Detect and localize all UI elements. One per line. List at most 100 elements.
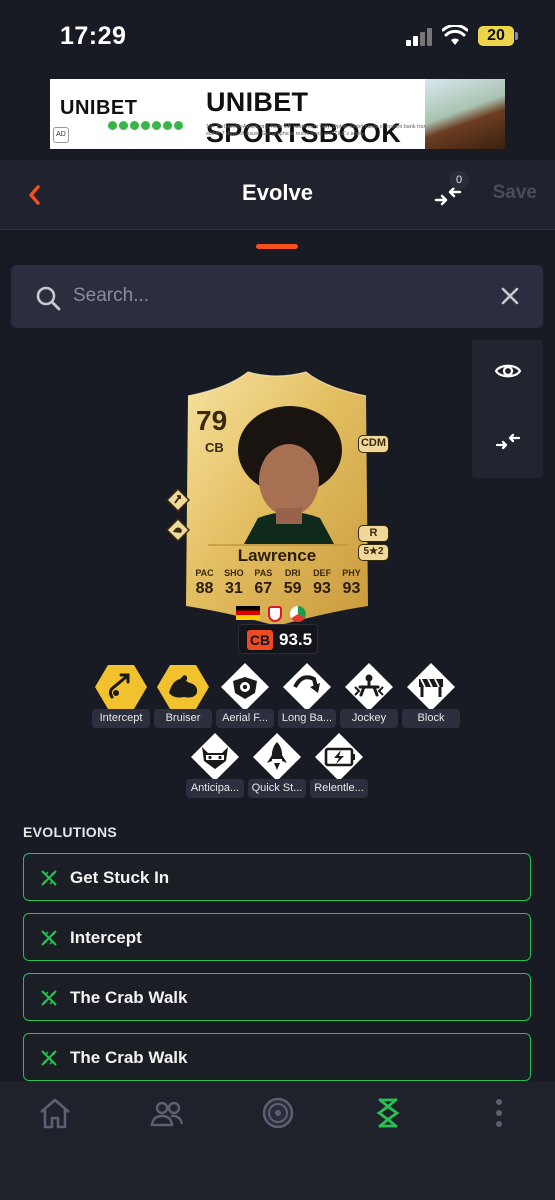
battery-icon: 20 — [478, 26, 518, 46]
playstyle-anticipate[interactable]: Anticipa... — [186, 733, 244, 799]
card-preferred-foot: R — [358, 525, 389, 542]
evolutions-title: EVOLUTIONS — [23, 824, 118, 840]
stat-sho: SHO 31 — [219, 568, 248, 598]
card-alt-position: CDM — [358, 435, 389, 453]
evolution-item[interactable]: Intercept — [23, 913, 531, 961]
relentless-icon — [315, 733, 363, 781]
compare-count-badge: 0 — [449, 171, 469, 189]
stat-value: 59 — [283, 580, 302, 597]
stat-value: 31 — [224, 580, 243, 597]
aerial-fortress-icon — [221, 663, 269, 711]
intercept-mini-icon — [166, 488, 190, 512]
stat-label: DEF — [313, 568, 332, 578]
evolution-item[interactable]: Get Stuck In — [23, 853, 531, 901]
evolution-label: The Crab Walk — [70, 988, 188, 1007]
jockey-icon — [345, 663, 393, 711]
position-rating: CB 93.5 — [238, 624, 318, 654]
quick-step-icon — [253, 733, 301, 781]
playstyle-long-ball-pass[interactable]: Long Ba... — [278, 663, 336, 729]
position-rating-value: 93.5 — [279, 630, 313, 649]
nav-header: Evolve Save — [0, 160, 555, 230]
playstyle-label: Relentle... — [310, 779, 368, 798]
ad-choices-badge[interactable]: AD — [53, 127, 69, 143]
card-rating: 79 — [196, 405, 228, 436]
playstyle-label: Anticipa... — [186, 779, 244, 798]
ad-logo: UNIBET — [60, 97, 138, 119]
card-flags — [236, 606, 306, 622]
stat-value: 67 — [254, 580, 273, 597]
playstyle-relentless[interactable]: Relentle... — [310, 733, 368, 799]
playstyle-label: Long Ba... — [278, 709, 336, 728]
stat-dri: DRI 59 — [278, 568, 307, 598]
playstyle-intercept[interactable]: Intercept — [92, 663, 150, 729]
bottom-nav — [0, 1082, 555, 1200]
evolution-label: Get Stuck In — [70, 868, 170, 887]
position-rating-chip: CB — [247, 630, 273, 650]
card-player-name: Lawrence — [237, 546, 317, 565]
dna-icon — [41, 870, 57, 886]
playstyle-bruiser[interactable]: Bruiser — [154, 663, 212, 729]
signal-icon — [406, 28, 434, 46]
playstyle-label: Aerial F... — [216, 709, 274, 728]
dna-icon — [41, 990, 57, 1006]
stat-pas: PAS 67 — [249, 568, 278, 598]
ad-banner[interactable]: UNIBET UNIBET SPORTSBOOK 18+ BeGambleAwa… — [50, 79, 505, 149]
eye-icon[interactable] — [494, 360, 522, 382]
evolution-label: The Crab Walk — [70, 1048, 188, 1067]
card-stats: PAC 88 SHO 31 PAS 67 DRI 59 DEF 93 PHY 93 — [190, 568, 366, 598]
evolution-label: Intercept — [70, 928, 142, 947]
stat-pac: PAC 88 — [190, 568, 219, 598]
evolution-item[interactable]: The Crab Walk — [23, 973, 531, 1021]
home-icon[interactable] — [37, 1096, 73, 1130]
nation-flag-icon — [236, 606, 260, 620]
playstyle-label: Bruiser — [154, 709, 212, 728]
playstyles-row-1: Intercept Bruiser Aerial F... Long Ba...… — [92, 663, 460, 729]
stat-label: DRI — [284, 568, 301, 578]
stat-value: 93 — [342, 580, 361, 597]
status-bar: 17:29 20 — [0, 0, 555, 72]
intercept-icon — [95, 665, 147, 709]
long-ball-pass-icon — [283, 663, 331, 711]
evolve-nav-icon[interactable] — [370, 1096, 406, 1130]
block-icon — [407, 663, 455, 711]
status-time: 17:29 — [60, 22, 127, 50]
squad-icon[interactable] — [149, 1096, 185, 1130]
anticipate-icon — [191, 733, 239, 781]
card-position: CB — [205, 440, 224, 455]
playstyle-label: Jockey — [340, 709, 398, 728]
stat-label: PAC — [195, 568, 214, 578]
dna-icon — [41, 930, 57, 946]
search-icon — [36, 286, 61, 311]
playstyle-jockey[interactable]: Jockey — [340, 663, 398, 729]
league-crest-icon — [290, 606, 306, 622]
playstyle-quick-step[interactable]: Quick St... — [248, 733, 306, 799]
more-icon[interactable] — [481, 1096, 517, 1130]
close-icon[interactable] — [499, 285, 521, 307]
playstyle-block[interactable]: Block — [402, 663, 460, 729]
bruiser-mini-icon — [166, 518, 190, 542]
page-title: Evolve — [242, 180, 313, 205]
tab-indicator — [256, 244, 298, 249]
stat-value: 93 — [313, 580, 331, 597]
club-icon[interactable] — [260, 1096, 296, 1130]
ad-dots — [108, 121, 183, 130]
stat-value: 88 — [195, 580, 214, 597]
dna-icon — [41, 1050, 57, 1066]
save-button[interactable]: Save — [493, 182, 537, 204]
ad-horse-image — [425, 79, 505, 149]
playstyle-label: Block — [402, 709, 460, 728]
stat-phy: PHY 93 — [337, 568, 366, 598]
bruiser-icon — [157, 665, 209, 709]
club-crest-icon — [268, 606, 282, 622]
playstyle-label: Intercept — [92, 709, 150, 728]
search-input[interactable]: Search... — [73, 285, 149, 307]
evolution-item[interactable]: The Crab Walk — [23, 1033, 531, 1081]
card-tools-panel — [472, 340, 543, 478]
stat-def: DEF 93 — [308, 568, 337, 598]
search-box[interactable]: Search... — [11, 265, 543, 328]
stat-label: PHY — [342, 568, 361, 578]
playstyle-label: Quick St... — [248, 779, 306, 798]
playstyle-aerial-fortress[interactable]: Aerial F... — [216, 663, 274, 729]
compare-icon[interactable] — [495, 430, 521, 452]
playstyles-row-2: Anticipa... Quick St... Relentle... — [186, 733, 368, 799]
